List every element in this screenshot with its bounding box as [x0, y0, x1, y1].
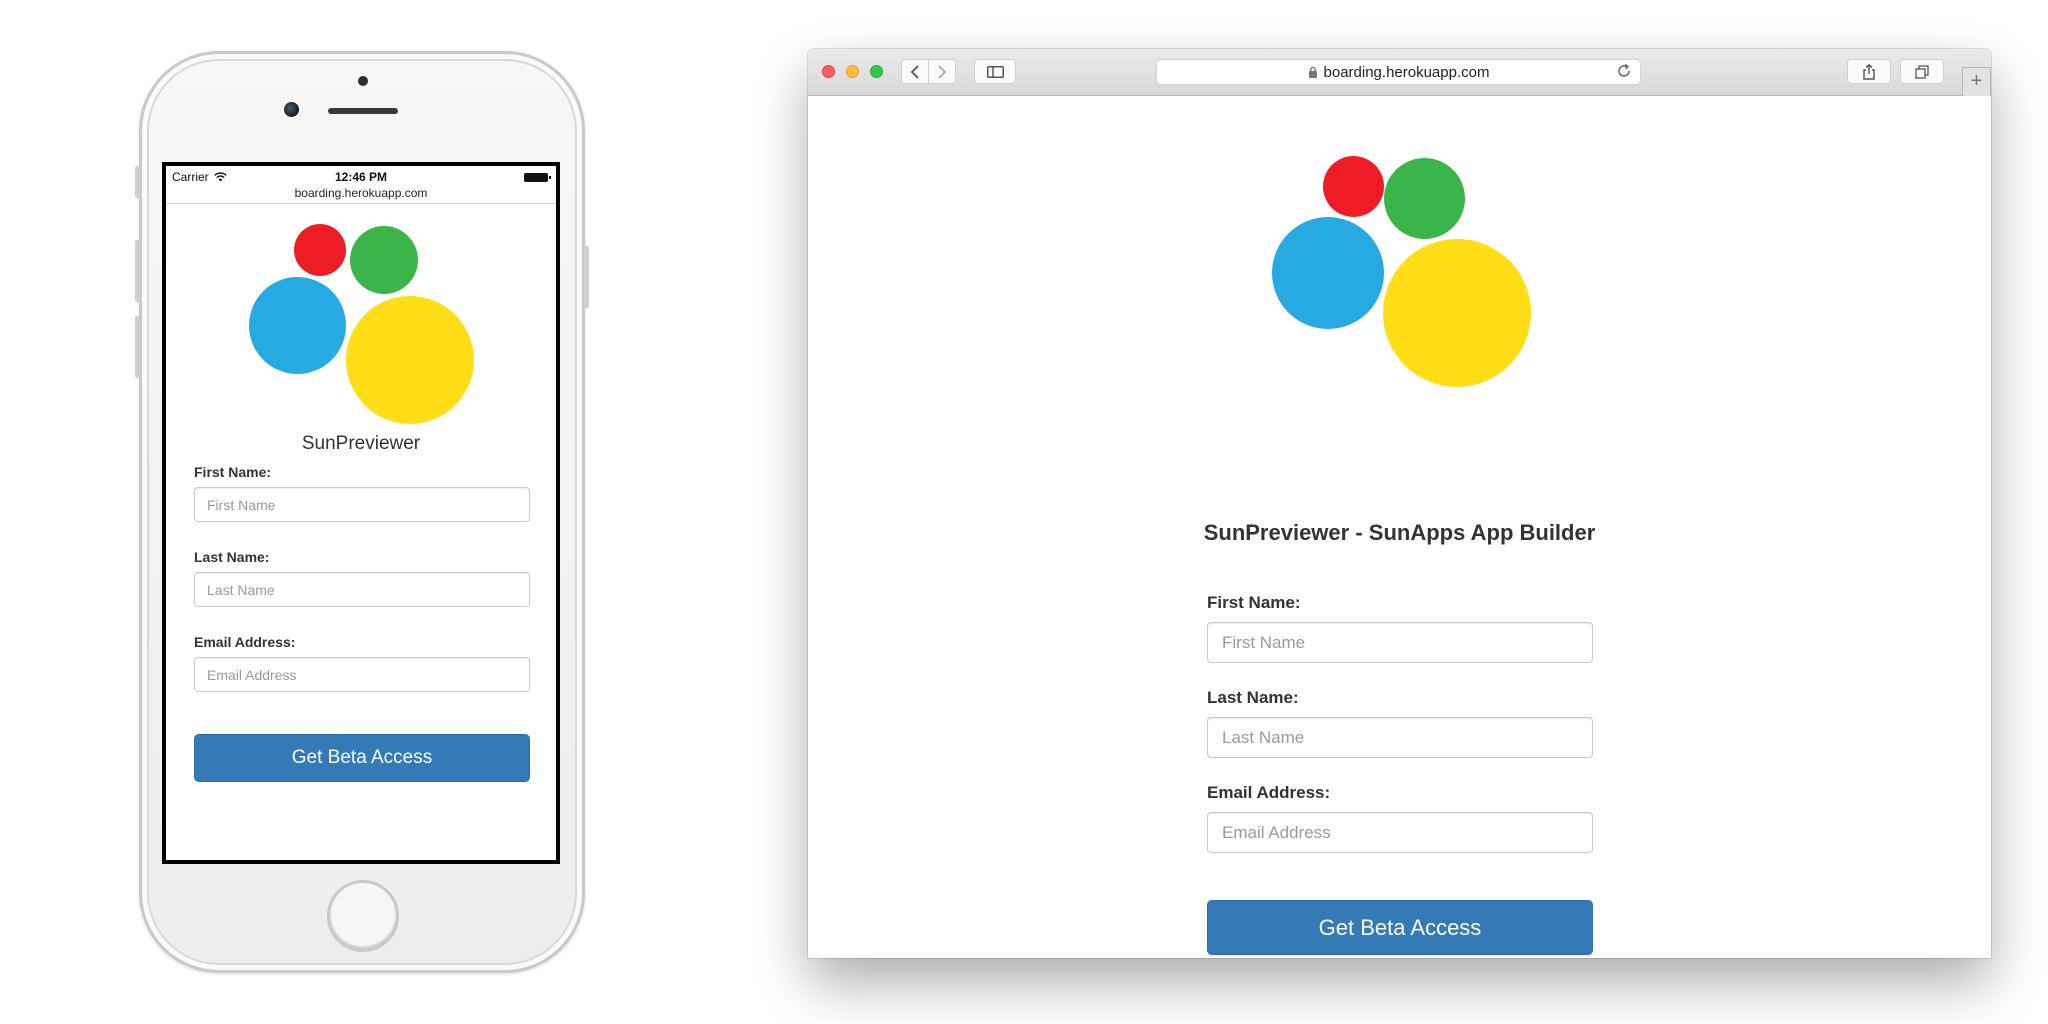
forward-icon	[938, 64, 947, 79]
volume-up-button	[135, 240, 140, 302]
earpiece-speaker	[328, 108, 398, 114]
first-name-label: First Name:	[194, 464, 272, 480]
app-logo	[166, 204, 556, 432]
front-camera-icon	[284, 102, 299, 117]
battery-icon	[524, 173, 551, 182]
new-tab-icon[interactable]: +	[1962, 67, 1991, 96]
logo-blue-circle	[1272, 217, 1384, 329]
logo-blue-circle	[249, 277, 346, 374]
mute-switch	[135, 166, 140, 198]
safari-window: boarding.herokuapp.com + SunPreviewer - …	[808, 49, 1991, 958]
power-button	[584, 246, 589, 308]
back-button[interactable]	[901, 59, 929, 84]
logo-red-circle	[1323, 156, 1384, 217]
sidebar-icon	[986, 65, 1004, 78]
last-name-input[interactable]	[1207, 717, 1593, 758]
logo-green-circle	[1384, 158, 1465, 239]
lock-icon	[1308, 66, 1317, 78]
email-input[interactable]	[1207, 812, 1593, 853]
volume-down-button	[135, 316, 140, 378]
first-name-label: First Name:	[1207, 593, 1301, 612]
page-title: SunPreviewer - SunApps App Builder	[1203, 520, 1596, 545]
phone-screen: Carrier 12:46 PM boarding.herokuapp.com …	[162, 162, 560, 864]
status-time: 12:46 PM	[334, 170, 388, 184]
tabs-icon	[1915, 64, 1929, 79]
browser-toolbar: boarding.herokuapp.com +	[808, 49, 1991, 96]
address-bar[interactable]: boarding.herokuapp.com	[1156, 59, 1641, 85]
close-window-button[interactable]	[822, 65, 835, 78]
logo-yellow-circle	[346, 296, 474, 424]
back-icon	[910, 64, 919, 79]
email-label: Email Address:	[194, 634, 296, 650]
sidebar-button[interactable]	[974, 59, 1016, 84]
last-name-label: Last Name:	[194, 549, 270, 565]
page-title: SunPreviewer	[301, 433, 421, 454]
email-label: Email Address:	[1207, 783, 1331, 802]
forward-button[interactable]	[928, 59, 956, 84]
phone-url-bar[interactable]: boarding.herokuapp.com	[166, 186, 556, 204]
iphone-device: Carrier 12:46 PM boarding.herokuapp.com …	[135, 51, 589, 973]
logo-red-circle	[294, 224, 346, 276]
first-name-input[interactable]	[194, 487, 530, 522]
web-page: SunPreviewer - SunApps App Builder First…	[808, 96, 1991, 958]
get-beta-access-button[interactable]: Get Beta Access	[194, 734, 530, 782]
share-button[interactable]	[1847, 59, 1891, 84]
reload-icon[interactable]	[1616, 63, 1632, 79]
signup-form: First Name: Last Name: Email Address: Ge…	[166, 464, 556, 782]
show-tabs-button[interactable]	[1900, 59, 1944, 84]
last-name-label: Last Name:	[1207, 688, 1299, 707]
get-beta-access-button[interactable]: Get Beta Access	[1207, 900, 1593, 955]
address-url: boarding.herokuapp.com	[1323, 63, 1490, 81]
minimize-window-button[interactable]	[846, 65, 859, 78]
app-logo	[808, 96, 1991, 436]
first-name-input[interactable]	[1207, 622, 1593, 663]
email-input[interactable]	[194, 657, 530, 692]
last-name-input[interactable]	[194, 572, 530, 607]
signup-form: First Name: Last Name: Email Address: Ge…	[1207, 593, 1593, 955]
logo-green-circle	[350, 226, 418, 294]
share-icon	[1863, 63, 1875, 80]
proximity-sensor	[358, 76, 368, 86]
status-bar: Carrier 12:46 PM	[166, 166, 556, 186]
zoom-window-button[interactable]	[870, 65, 883, 78]
home-button	[327, 880, 399, 952]
logo-yellow-circle	[1383, 239, 1531, 387]
